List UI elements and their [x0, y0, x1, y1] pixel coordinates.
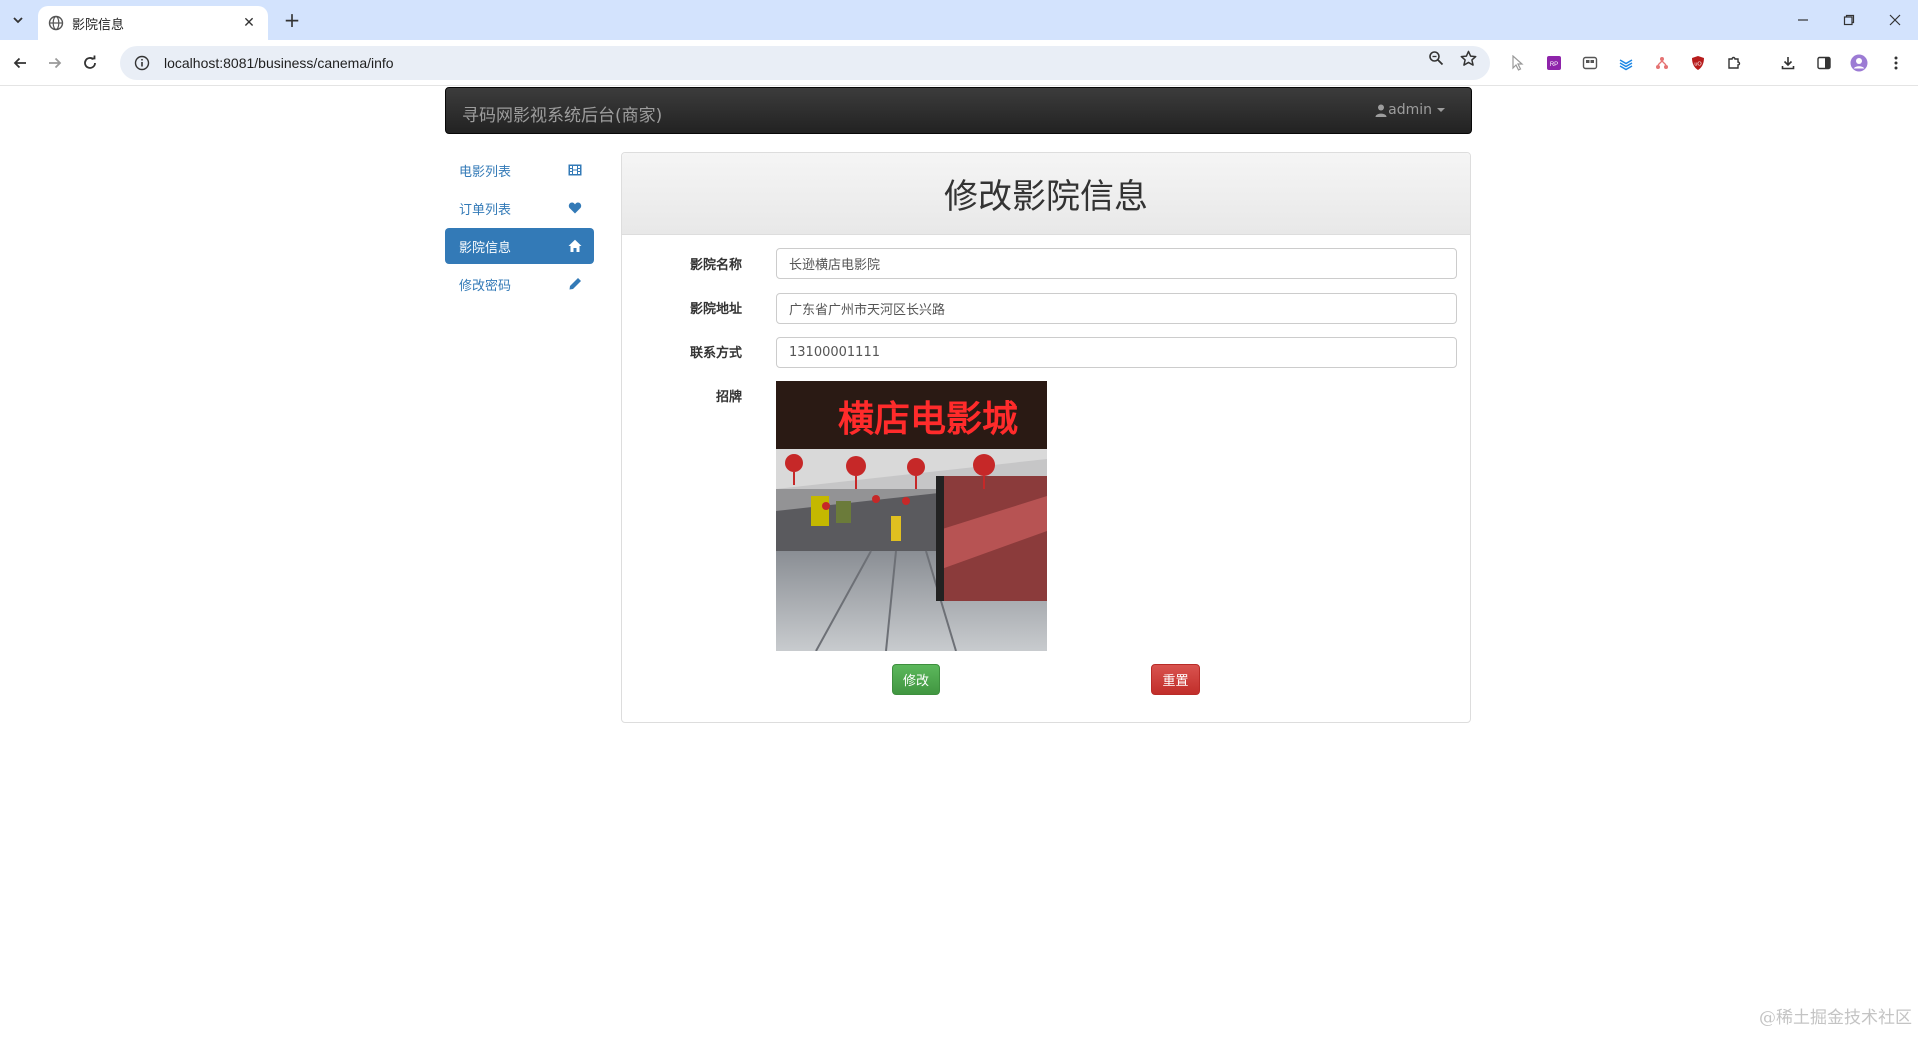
heart-icon	[568, 201, 582, 215]
home-icon	[568, 239, 582, 253]
reload-icon[interactable]	[78, 51, 102, 75]
sidebar-item-label: 电影列表	[459, 164, 512, 180]
sidebar-item-cinema-info[interactable]: 影院信息	[445, 228, 594, 264]
browser-tab-strip: 影院信息 ✕ +	[0, 0, 1918, 40]
download-icon[interactable]	[1778, 53, 1798, 73]
bookmark-star-icon[interactable]	[1459, 49, 1477, 67]
sidebar-item-change-password[interactable]: 修改密码	[445, 266, 594, 302]
back-arrow-icon[interactable]	[8, 51, 32, 75]
restore-icon[interactable]	[1826, 0, 1872, 40]
sidebar-item-movie-list[interactable]: 电影列表	[445, 152, 594, 188]
tab-title: 影院信息	[72, 17, 125, 33]
new-tab-button[interactable]: +	[280, 8, 304, 32]
cursor-extension-icon[interactable]	[1508, 53, 1528, 73]
more-menu-icon[interactable]	[1886, 53, 1906, 73]
sidebar-item-label: 订单列表	[459, 202, 512, 218]
sidebar: 电影列表 订单列表 影院信息 修改密码	[445, 152, 594, 304]
close-window-icon[interactable]	[1872, 0, 1918, 40]
sidebar-item-label: 影院信息	[459, 240, 512, 256]
signboard-image[interactable]: 横店电影城	[776, 381, 1047, 651]
browser-tab[interactable]: 影院信息 ✕	[38, 6, 268, 40]
film-icon	[568, 163, 582, 177]
sidebar-item-label: 修改密码	[459, 278, 512, 294]
cinema-address-label: 影院地址	[689, 302, 742, 317]
gallery-extension-icon[interactable]	[1580, 53, 1600, 73]
site-info-icon[interactable]	[134, 55, 150, 71]
svg-text:RP: RP	[1550, 62, 1558, 68]
cinema-phone-input[interactable]	[776, 337, 1457, 368]
user-icon	[1375, 104, 1387, 117]
puzzle-extensions-icon[interactable]	[1724, 53, 1744, 73]
caret-down-icon	[1437, 108, 1445, 112]
user-dropdown[interactable]: admin	[1375, 102, 1445, 118]
rp-extension-icon[interactable]: RP	[1544, 53, 1564, 73]
panel-heading: 修改影院信息	[622, 153, 1470, 235]
chevron-down-icon	[13, 17, 23, 24]
browser-toolbar: localhost:8081/business/canema/info RP u…	[0, 40, 1918, 86]
signboard-label: 招牌	[715, 390, 742, 405]
cinema-edit-panel: 修改影院信息 影院名称 影院地址 联系方式 招牌	[621, 152, 1471, 723]
layers-extension-icon[interactable]	[1616, 53, 1636, 73]
brand-title[interactable]: 寻码网影视系统后台(商家)	[462, 101, 662, 126]
zoom-icon[interactable]	[1427, 49, 1445, 67]
reset-button[interactable]: 重置	[1151, 664, 1200, 695]
url-text: localhost:8081/business/canema/info	[164, 55, 394, 71]
top-navbar: 寻码网影视系统后台(商家) admin	[445, 87, 1472, 134]
ublock-shield-icon[interactable]: uO	[1688, 53, 1708, 73]
signboard-text: 横店电影城	[838, 399, 1018, 440]
cinema-address-input[interactable]	[776, 293, 1457, 324]
cinema-phone-label: 联系方式	[689, 346, 742, 361]
tab-search-button[interactable]	[6, 8, 30, 32]
svg-text:uO: uO	[1694, 62, 1702, 68]
cinema-name-input[interactable]	[776, 248, 1457, 279]
profile-avatar-icon[interactable]	[1849, 53, 1869, 73]
page-title: 修改影院信息	[944, 177, 1148, 217]
pencil-icon	[568, 277, 582, 291]
tab-close-icon[interactable]: ✕	[240, 14, 258, 32]
sidebar-item-order-list[interactable]: 订单列表	[445, 190, 594, 226]
username: admin	[1388, 102, 1432, 118]
side-panel-icon[interactable]	[1814, 53, 1834, 73]
watermark: @稀土掘金技术社区	[1759, 1008, 1912, 1028]
minimize-icon[interactable]	[1780, 0, 1826, 40]
submit-button[interactable]: 修改	[892, 664, 940, 695]
forward-arrow-icon[interactable]	[43, 51, 67, 75]
address-bar[interactable]: localhost:8081/business/canema/info	[120, 46, 1490, 80]
globe-icon	[48, 15, 64, 31]
cinema-name-label: 影院名称	[689, 258, 742, 273]
tree-extension-icon[interactable]	[1652, 53, 1672, 73]
